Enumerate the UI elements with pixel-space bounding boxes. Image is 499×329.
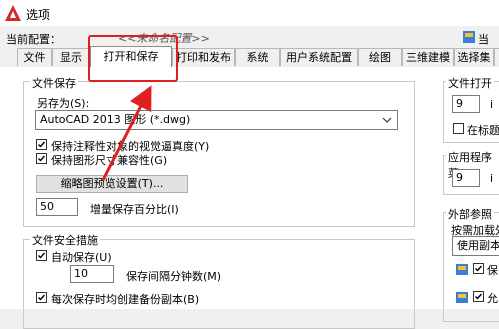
red-arrow-annotation (0, 0, 499, 309)
